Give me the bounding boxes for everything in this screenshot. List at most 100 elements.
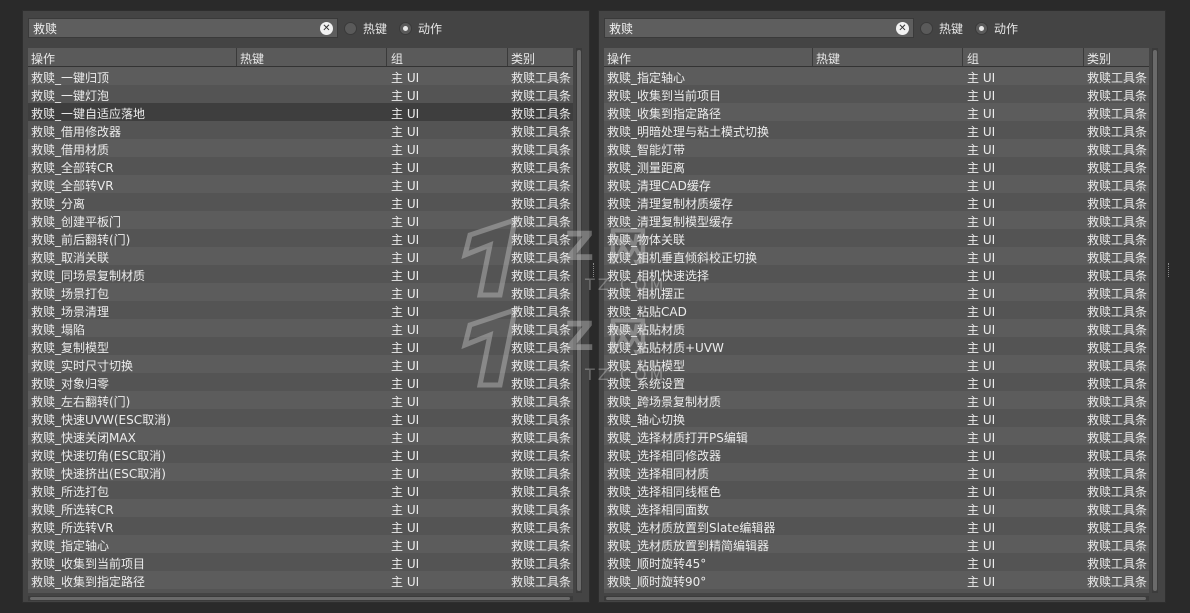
table-row[interactable]: 救赎_选择相同修改器 主 UI 救赎工具条 (604, 445, 1149, 463)
table-row[interactable]: 救赎_相机快速选择 主 UI 救赎工具条 (604, 265, 1149, 283)
table-row[interactable]: 救赎_顺时旋转180° 主 UI 救赎工具条 (604, 589, 1149, 593)
table-row[interactable]: 救赎_粘贴CAD 主 UI 救赎工具条 (604, 301, 1149, 319)
table-row[interactable]: 救赎_系统设置 主 UI 救赎工具条 (604, 373, 1149, 391)
table-row[interactable]: 救赎_对象归零 主 UI 救赎工具条 (28, 373, 573, 391)
table-row[interactable]: 救赎_场景打包 主 UI 救赎工具条 (28, 283, 573, 301)
table-row[interactable]: 救赎_塌陷 主 UI 救赎工具条 (28, 319, 573, 337)
table-row[interactable]: 救赎_相机摆正 主 UI 救赎工具条 (604, 283, 1149, 301)
table-row[interactable]: 救赎_清理CAD缓存 主 UI 救赎工具条 (604, 175, 1149, 193)
table-row[interactable]: 救赎_快速挤出(ESC取消) 主 UI 救赎工具条 (28, 463, 573, 481)
column-header-group[interactable]: 组 (967, 50, 979, 67)
table-row[interactable]: 救赎_收集到指定路径 主 UI 救赎工具条 (28, 571, 573, 589)
table-row[interactable]: 救赎_选择材质打开PS编辑 主 UI 救赎工具条 (604, 427, 1149, 445)
table-row[interactable]: 救赎_复制模型 主 UI 救赎工具条 (28, 337, 573, 355)
table-row[interactable]: 救赎_物体关联 主 UI 救赎工具条 (604, 229, 1149, 247)
left-vertical-scrollbar[interactable] (576, 48, 582, 593)
right-hscroll-thumb[interactable] (606, 597, 1146, 600)
right-radio-hotkey[interactable]: 热键 (920, 20, 963, 36)
table-row[interactable]: 救赎_收集到当前项目 主 UI 救赎工具条 (28, 553, 573, 571)
table-row[interactable]: 救赎_选择相同面数 主 UI 救赎工具条 (604, 499, 1149, 517)
left-radio-hotkey[interactable]: 热键 (344, 20, 387, 36)
table-row[interactable]: 救赎_明暗处理与粘土模式切换 主 UI 救赎工具条 (604, 121, 1149, 139)
left-hscroll-thumb[interactable] (30, 597, 570, 600)
left-clear-search-icon[interactable]: ✕ (320, 22, 333, 35)
table-row[interactable]: 救赎_选择相同材质 主 UI 救赎工具条 (604, 463, 1149, 481)
table-row[interactable]: 救赎_快速切角(ESC取消) 主 UI 救赎工具条 (28, 445, 573, 463)
right-radio-action-dot[interactable] (975, 21, 988, 35)
left-vscroll-thumb[interactable] (577, 50, 581, 591)
table-row[interactable]: 救赎_相机垂直倾斜校正切换 主 UI 救赎工具条 (604, 247, 1149, 265)
table-row[interactable]: 救赎_快速关闭MAX 主 UI 救赎工具条 (28, 427, 573, 445)
table-row[interactable]: 救赎_粘贴材质+UVW 主 UI 救赎工具条 (604, 337, 1149, 355)
right-vertical-scrollbar[interactable] (1152, 48, 1158, 593)
right-clear-search-icon[interactable]: ✕ (896, 22, 909, 35)
table-row[interactable]: 救赎_收集到指定路径 主 UI 救赎工具条 (604, 103, 1149, 121)
cell-category: 救赎工具条 (511, 449, 572, 463)
column-header-action[interactable]: 操作 (31, 50, 55, 67)
left-radio-action-dot[interactable] (399, 21, 412, 35)
cell-group: 主 UI (391, 377, 420, 391)
right-search-box[interactable]: ✕ (604, 18, 914, 38)
column-header-category[interactable]: 类别 (511, 50, 535, 67)
table-row[interactable]: 救赎_明暗处理与粘土模式切换 主 UI 救赎工具条 (28, 589, 573, 593)
table-row[interactable]: 救赎_所选转VR 主 UI 救赎工具条 (28, 517, 573, 535)
table-row[interactable]: 救赎_顺时旋转45° 主 UI 救赎工具条 (604, 553, 1149, 571)
table-row[interactable]: 救赎_粘贴模型 主 UI 救赎工具条 (604, 355, 1149, 373)
table-row[interactable]: 救赎_收集到当前项目 主 UI 救赎工具条 (604, 85, 1149, 103)
table-row[interactable]: 救赎_分离 主 UI 救赎工具条 (28, 193, 573, 211)
left-radio-action[interactable]: 动作 (399, 20, 442, 36)
column-header-action[interactable]: 操作 (607, 50, 631, 67)
table-row[interactable]: 救赎_全部转VR 主 UI 救赎工具条 (28, 175, 573, 193)
cell-action: 救赎_所选转CR (31, 503, 114, 517)
table-row[interactable]: 救赎_选材质放置到精简编辑器 主 UI 救赎工具条 (604, 535, 1149, 553)
right-radio-hotkey-dot[interactable] (920, 21, 933, 35)
table-row[interactable]: 救赎_测量距离 主 UI 救赎工具条 (604, 157, 1149, 175)
splitter-grip-left[interactable] (593, 263, 596, 277)
table-row[interactable]: 救赎_选材质放置到Slate编辑器 主 UI 救赎工具条 (604, 517, 1149, 535)
table-row[interactable]: 救赎_实时尺寸切换 主 UI 救赎工具条 (28, 355, 573, 373)
left-search-input[interactable] (33, 20, 313, 36)
right-search-input[interactable] (609, 20, 889, 36)
splitter-grip-right[interactable] (1168, 263, 1171, 277)
right-horizontal-scrollbar[interactable] (604, 596, 1149, 601)
table-row[interactable]: 救赎_快速UVW(ESC取消) 主 UI 救赎工具条 (28, 409, 573, 427)
table-row[interactable]: 救赎_一键归顶 主 UI 救赎工具条 (28, 67, 573, 85)
column-header-group[interactable]: 组 (391, 50, 403, 67)
table-row[interactable]: 救赎_所选转CR 主 UI 救赎工具条 (28, 499, 573, 517)
table-row[interactable]: 救赎_智能灯带 主 UI 救赎工具条 (604, 139, 1149, 157)
left-search-box[interactable]: ✕ (28, 18, 338, 38)
table-row[interactable]: 救赎_借用修改器 主 UI 救赎工具条 (28, 121, 573, 139)
column-header-category[interactable]: 类别 (1087, 50, 1111, 67)
table-row[interactable]: 救赎_清理复制模型缓存 主 UI 救赎工具条 (604, 211, 1149, 229)
table-row[interactable]: 救赎_粘贴材质 主 UI 救赎工具条 (604, 319, 1149, 337)
table-row[interactable]: 救赎_顺时旋转90° 主 UI 救赎工具条 (604, 571, 1149, 589)
table-row[interactable]: 救赎_创建平板门 主 UI 救赎工具条 (28, 211, 573, 229)
table-row[interactable]: 救赎_一键自适应落地 主 UI 救赎工具条 (28, 103, 573, 121)
table-row[interactable]: 救赎_选择相同线框色 主 UI 救赎工具条 (604, 481, 1149, 499)
table-row[interactable]: 救赎_所选打包 主 UI 救赎工具条 (28, 481, 573, 499)
column-header-hotkey[interactable]: 热键 (240, 50, 264, 67)
right-radio-action[interactable]: 动作 (975, 20, 1018, 36)
table-row[interactable]: 救赎_同场景复制材质 主 UI 救赎工具条 (28, 265, 573, 283)
cell-category: 救赎工具条 (511, 359, 572, 373)
right-vscroll-thumb[interactable] (1153, 50, 1157, 591)
cell-category: 救赎工具条 (511, 251, 572, 265)
table-row[interactable]: 救赎_取消关联 主 UI 救赎工具条 (28, 247, 573, 265)
table-row[interactable]: 救赎_指定轴心 主 UI 救赎工具条 (604, 67, 1149, 85)
table-row[interactable]: 救赎_全部转CR 主 UI 救赎工具条 (28, 157, 573, 175)
table-row[interactable]: 救赎_左右翻转(门) 主 UI 救赎工具条 (28, 391, 573, 409)
cell-category: 救赎工具条 (511, 215, 572, 229)
table-row[interactable]: 救赎_前后翻转(门) 主 UI 救赎工具条 (28, 229, 573, 247)
table-row[interactable]: 救赎_清理复制材质缓存 主 UI 救赎工具条 (604, 193, 1149, 211)
table-row[interactable]: 救赎_一键灯泡 主 UI 救赎工具条 (28, 85, 573, 103)
column-header-hotkey[interactable]: 热键 (816, 50, 840, 67)
table-row[interactable]: 救赎_场景清理 主 UI 救赎工具条 (28, 301, 573, 319)
table-row[interactable]: 救赎_轴心切换 主 UI 救赎工具条 (604, 409, 1149, 427)
cell-category: 救赎工具条 (511, 233, 572, 247)
table-row[interactable]: 救赎_借用材质 主 UI 救赎工具条 (28, 139, 573, 157)
left-horizontal-scrollbar[interactable] (28, 596, 573, 601)
left-radio-hotkey-dot[interactable] (344, 21, 357, 35)
cell-category: 救赎工具条 (1087, 233, 1148, 247)
table-row[interactable]: 救赎_跨场景复制材质 主 UI 救赎工具条 (604, 391, 1149, 409)
table-row[interactable]: 救赎_指定轴心 主 UI 救赎工具条 (28, 535, 573, 553)
